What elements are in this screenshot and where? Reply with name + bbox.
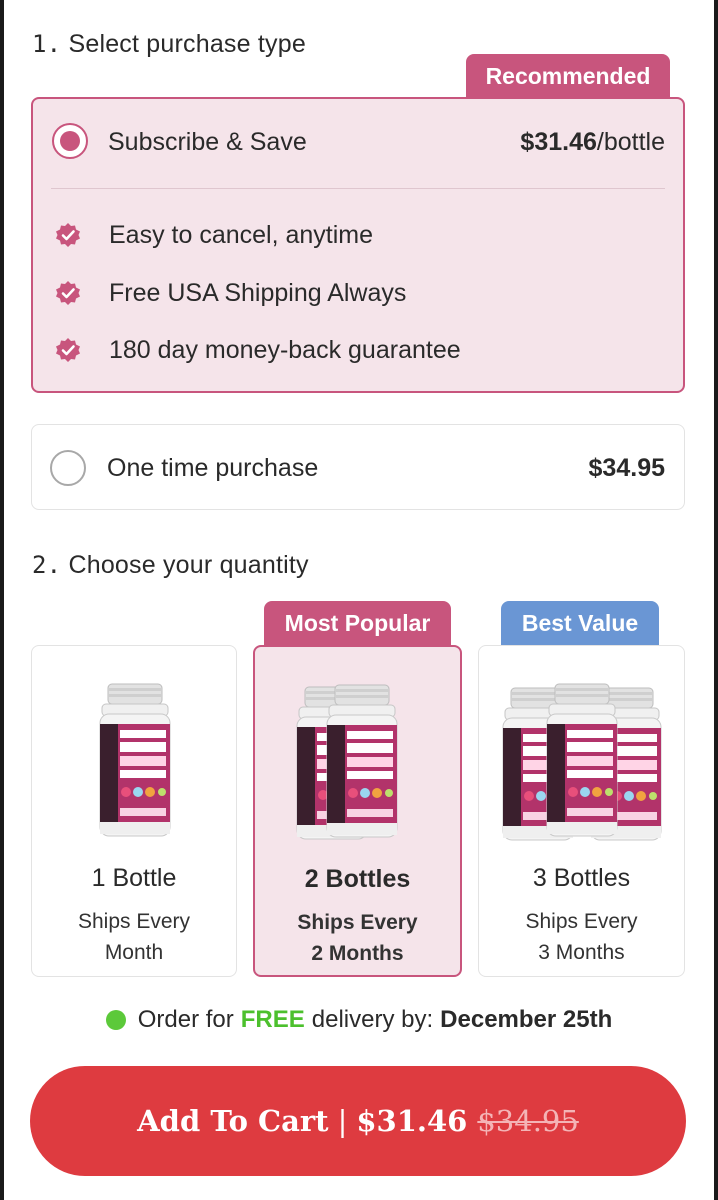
delivery-date: December 25th	[440, 1006, 613, 1033]
recommended-badge: Recommended	[466, 54, 670, 98]
quantity-shipping-line1: Ships Every	[77, 910, 191, 933]
delivery-prefix: Order for	[137, 1006, 234, 1033]
step2-number: 2.	[32, 551, 62, 579]
benefit-text: Free USA Shipping Always	[109, 278, 407, 307]
quantity-card-3[interactable]: 3 Bottles Ships Every 3 Months	[478, 645, 685, 977]
step1-title: Select purchase type	[68, 30, 306, 58]
check-badge-icon	[56, 223, 80, 247]
bottles-image	[502, 683, 662, 841]
subscribe-price: $31.46/bottle	[520, 128, 665, 157]
bottle-image	[99, 683, 171, 837]
delivery-notice: Order for FREE delivery by: December 25t…	[0, 1006, 718, 1034]
cart-old-price: $34.95	[477, 1104, 579, 1138]
quantity-shipping: Ships Every Month	[32, 906, 236, 968]
quantity-shipping-line2: 3 Months	[538, 941, 625, 964]
benefit-item: 180 day money-back guarantee	[55, 332, 461, 368]
quantity-title: 1 Bottle	[91, 864, 177, 892]
step1-heading: 1. Select purchase type	[32, 30, 306, 59]
quantity-shipping: Ships Every 3 Months	[479, 906, 684, 968]
delivery-free: FREE	[240, 1006, 305, 1033]
status-dot-icon	[105, 1010, 126, 1030]
most-popular-badge: Most Popular	[264, 601, 451, 646]
quantity-shipping-line2: Month	[104, 941, 164, 964]
one-time-purchase-option[interactable]: One time purchase $34.95	[31, 424, 685, 510]
bottles-image	[296, 684, 398, 840]
subscribe-label: Subscribe & Save	[108, 128, 307, 156]
quantity-title: 3 Bottles	[532, 864, 631, 892]
add-to-cart-button[interactable]: Add To Cart | $31.46 $34.95	[30, 1066, 686, 1176]
cart-separator: |	[337, 1104, 348, 1138]
one-time-price: $34.95	[589, 454, 665, 483]
subscribe-divider	[51, 188, 665, 189]
cart-label: Add To Cart	[137, 1104, 329, 1138]
quantity-title: 2 Bottles	[304, 865, 411, 893]
quantity-card-1[interactable]: 1 Bottle Ships Every Month	[31, 645, 237, 977]
quantity-card-2[interactable]: 2 Bottles Ships Every 2 Months	[253, 645, 462, 977]
one-time-radio[interactable]	[50, 450, 86, 486]
benefit-text: Easy to cancel, anytime	[109, 220, 374, 249]
quantity-shipping-line1: Ships Every	[297, 911, 418, 934]
step2-heading: 2. Choose your quantity	[32, 551, 309, 580]
benefit-item: Free USA Shipping Always	[55, 275, 406, 311]
delivery-middle: delivery by:	[311, 1006, 434, 1033]
step2-title: Choose your quantity	[68, 551, 309, 579]
check-badge-icon	[56, 281, 80, 305]
step1-number: 1.	[32, 30, 62, 58]
subscribe-radio[interactable]	[52, 123, 88, 159]
best-value-badge: Best Value	[501, 601, 659, 646]
quantity-shipping-line1: Ships Every	[525, 910, 638, 933]
one-time-price-value: $34.95	[588, 454, 665, 482]
quantity-shipping-line2: 2 Months	[311, 942, 404, 965]
subscribe-price-unit: /bottle	[596, 128, 665, 156]
check-badge-icon	[56, 338, 80, 362]
benefit-item: Easy to cancel, anytime	[55, 217, 373, 253]
quantity-shipping: Ships Every 2 Months	[255, 907, 460, 969]
subscribe-save-option[interactable]: Subscribe & Save $31.46/bottle Easy to c…	[31, 97, 685, 393]
benefit-text: 180 day money-back guarantee	[109, 335, 461, 364]
one-time-label: One time purchase	[107, 454, 319, 482]
subscribe-price-value: $31.46	[520, 128, 597, 156]
cart-price: $31.46	[356, 1104, 468, 1138]
